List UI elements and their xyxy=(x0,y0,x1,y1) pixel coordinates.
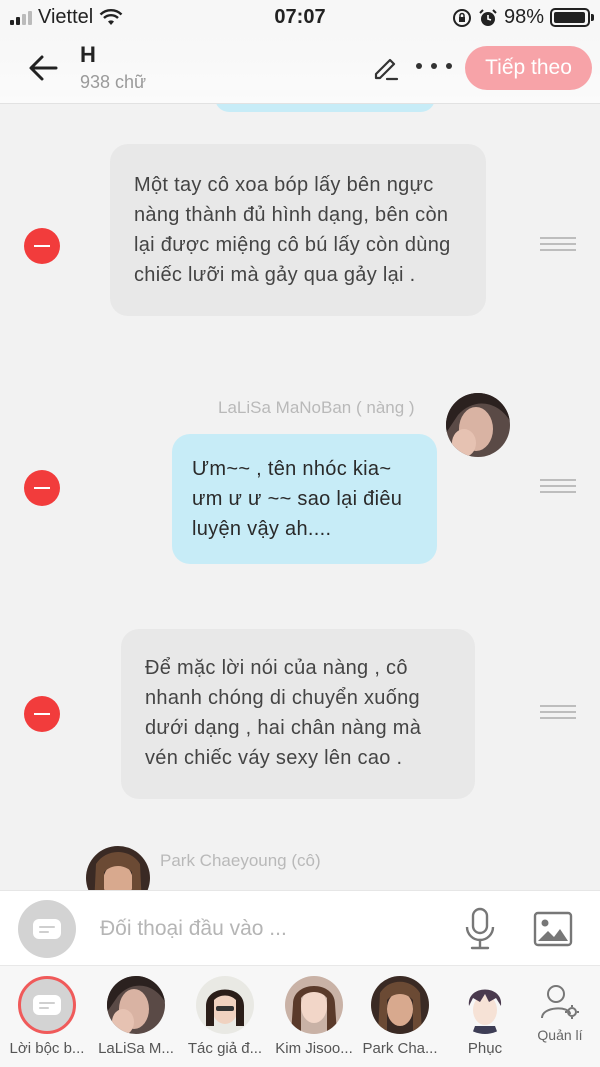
drag-handle-icon[interactable] xyxy=(540,237,576,251)
avatar xyxy=(107,976,165,1034)
character-name: LaLiSa M... xyxy=(98,1040,174,1057)
pencil-icon xyxy=(374,58,399,81)
avatar[interactable] xyxy=(446,393,510,457)
jisoo-avatar-image xyxy=(285,976,343,1034)
character-lisa[interactable]: LaLiSa M... xyxy=(91,976,181,1057)
more-options-button[interactable] xyxy=(416,54,452,78)
author-avatar-image xyxy=(196,976,254,1034)
minus-icon xyxy=(34,487,50,489)
manage-label: Quản lí xyxy=(537,1027,583,1043)
message-text: Ưm~~ , tên nhóc kia~ ưm ư ư ~~ sao lại đ… xyxy=(192,458,403,540)
image-icon xyxy=(533,911,573,947)
character-name: Park Cha... xyxy=(362,1040,438,1057)
dot-icon xyxy=(446,63,452,69)
narration-bubble[interactable]: Một tay cô xoa bóp lấy bên ngực nàng thà… xyxy=(110,144,486,316)
chaeyoung-avatar-image xyxy=(86,846,150,890)
dialogue-input[interactable] xyxy=(100,909,440,949)
chat-area[interactable]: Một tay cô xoa bóp lấy bên ngực nàng thà… xyxy=(0,104,600,890)
lisa-avatar-image xyxy=(446,393,510,457)
speaker-name: Park Chaeyoung (cô) xyxy=(160,851,321,870)
character-name: Lời bộc b... xyxy=(9,1040,85,1057)
status-bar: Viettel 07:07 98% xyxy=(0,0,600,34)
manage-characters-button[interactable]: Quản lí xyxy=(530,984,590,1043)
alarm-icon xyxy=(479,8,497,26)
minus-icon xyxy=(34,245,50,247)
editor-header: H 938 chữ Tiếp theo xyxy=(0,34,600,104)
chat-bubble-icon xyxy=(33,919,61,939)
message-text: Một tay cô xoa bóp lấy bên ngực nàng thà… xyxy=(134,174,451,286)
character-name: Phục xyxy=(467,1040,503,1057)
chat-bubble-icon xyxy=(33,995,61,1015)
input-bar xyxy=(0,890,600,965)
microphone-button[interactable] xyxy=(462,907,498,951)
character-phuc[interactable]: Phục xyxy=(440,976,530,1057)
character-name: Tác giả đ... xyxy=(187,1040,263,1057)
avatar xyxy=(196,976,254,1034)
edit-button[interactable] xyxy=(370,52,400,82)
chaeyoung-avatar-image xyxy=(371,976,429,1034)
arrow-left-icon xyxy=(29,55,58,81)
remove-message-button[interactable] xyxy=(24,228,60,264)
battery-percent: 98% xyxy=(503,6,544,28)
back-button[interactable] xyxy=(24,48,64,88)
avatar xyxy=(456,976,514,1034)
dot-icon xyxy=(416,63,422,69)
speaker-name: LaLiSa MaNoBan ( nàng ) xyxy=(218,398,415,417)
avatar xyxy=(285,976,343,1034)
avatar xyxy=(371,976,429,1034)
rotation-lock-icon xyxy=(452,8,471,27)
remove-message-button[interactable] xyxy=(24,696,60,732)
character-narration[interactable]: Lời bộc b... xyxy=(2,976,92,1057)
previous-character-bubble[interactable] xyxy=(215,104,435,112)
character-chaeyoung[interactable]: Park Cha... xyxy=(355,976,445,1057)
microphone-icon xyxy=(465,907,495,950)
character-author[interactable]: Tác giả đ... xyxy=(180,976,270,1057)
drag-handle-icon[interactable] xyxy=(540,705,576,719)
character-bubble[interactable]: Ưm~~ , tên nhóc kia~ ưm ư ư ~~ sao lại đ… xyxy=(172,434,437,564)
status-icons: 98% xyxy=(452,6,594,29)
avatar[interactable] xyxy=(86,846,150,890)
lisa-avatar-image xyxy=(107,976,165,1034)
word-count: 938 chữ xyxy=(80,72,147,92)
next-button[interactable]: Tiếp theo xyxy=(465,46,592,90)
avatar xyxy=(18,976,76,1034)
story-title: H xyxy=(80,42,96,67)
character-name: Kim Jisoo... xyxy=(275,1040,353,1057)
message-text: Để mặc lời nói của nàng , cô nhanh chóng… xyxy=(145,657,422,769)
character-jisoo[interactable]: Kim Jisoo... xyxy=(269,976,359,1057)
minus-icon xyxy=(34,713,50,715)
drag-handle-icon[interactable] xyxy=(540,479,576,493)
narration-bubble[interactable]: Để mặc lời nói của nàng , cô nhanh chóng… xyxy=(121,629,475,799)
phuc-avatar-image xyxy=(456,976,514,1034)
battery-icon xyxy=(550,8,594,27)
character-bar: Lời bộc b... LaLiSa M... Tác giả đ... Ki… xyxy=(0,965,600,1067)
input-mode-button[interactable] xyxy=(18,900,76,958)
insert-image-button[interactable] xyxy=(532,909,574,949)
remove-message-button[interactable] xyxy=(24,470,60,506)
dot-icon xyxy=(431,63,437,69)
user-settings-icon xyxy=(541,985,579,1019)
